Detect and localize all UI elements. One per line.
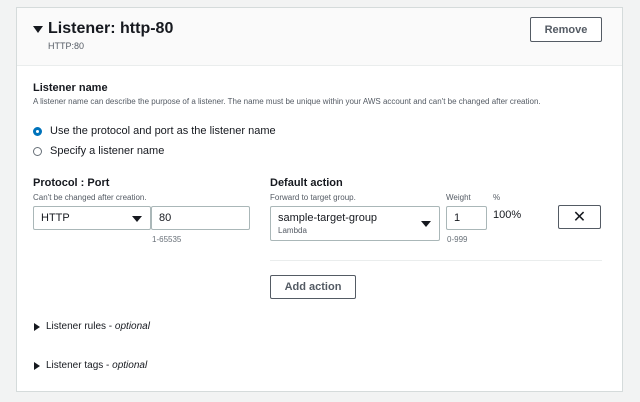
target-group-value: sample-target-group — [278, 212, 378, 224]
target-group-select[interactable]: sample-target-group Lambda — [270, 206, 440, 241]
protocol-port-label: Protocol : Port — [33, 177, 110, 189]
radio-use-protocol-port-label[interactable]: Use the protocol and port as the listene… — [50, 125, 276, 137]
protocol-port-description: Can't be changed after creation. — [33, 193, 147, 202]
radio-use-protocol-port[interactable]: Use the protocol and port as the listene… — [33, 125, 276, 137]
caret-down-icon[interactable] — [33, 26, 43, 33]
listener-rules-label[interactable]: Listener rules - — [46, 321, 115, 332]
radio-specify-name-label[interactable]: Specify a listener name — [50, 145, 164, 157]
chevron-down-icon — [132, 216, 142, 222]
percent-value: 100% — [493, 209, 522, 221]
port-input-value: 80 — [159, 212, 172, 224]
listener-name-label: Listener name — [33, 82, 108, 94]
listener-panel: Listener: http-80 HTTP:80 Remove Listene… — [16, 7, 623, 392]
listener-name-description: A listener name can describe the purpose… — [33, 97, 541, 106]
weight-range-hint: 0-999 — [447, 235, 468, 244]
target-type-value: Lambda — [278, 226, 307, 235]
protocol-select[interactable]: HTTP — [33, 206, 151, 230]
chevron-down-icon — [421, 221, 431, 227]
radio-unchecked-icon[interactable] — [33, 146, 42, 156]
listener-header[interactable]: Listener: http-80 HTTP:80 Remove — [17, 8, 622, 66]
default-action-label: Default action — [270, 177, 343, 189]
listener-title: Listener: http-80 — [48, 20, 174, 37]
remove-button[interactable]: Remove — [530, 17, 602, 42]
caret-right-icon[interactable] — [34, 362, 40, 370]
close-icon: ✕ — [572, 209, 587, 226]
port-range-hint: 1-65535 — [152, 235, 182, 244]
default-action-description: Forward to target group. — [270, 193, 356, 202]
divider — [270, 260, 602, 261]
weight-input-value: 1 — [454, 212, 461, 224]
weight-input[interactable]: 1 — [446, 206, 487, 230]
port-input[interactable]: 80 — [151, 206, 250, 230]
protocol-select-value: HTTP — [41, 212, 70, 224]
weight-label: Weight — [446, 193, 471, 202]
radio-checked-icon[interactable] — [33, 126, 42, 136]
radio-specify-name[interactable]: Specify a listener name — [33, 145, 164, 157]
listener-tags-optional[interactable]: optional — [112, 360, 147, 371]
percent-label: % — [493, 193, 501, 202]
add-action-button[interactable]: Add action — [270, 275, 356, 299]
caret-right-icon[interactable] — [34, 323, 40, 331]
listener-rules-optional[interactable]: optional — [115, 321, 150, 332]
listener-tags-label[interactable]: Listener tags - — [46, 360, 112, 371]
remove-action-button[interactable]: ✕ — [558, 205, 601, 229]
listener-subtitle: HTTP:80 — [48, 41, 85, 51]
